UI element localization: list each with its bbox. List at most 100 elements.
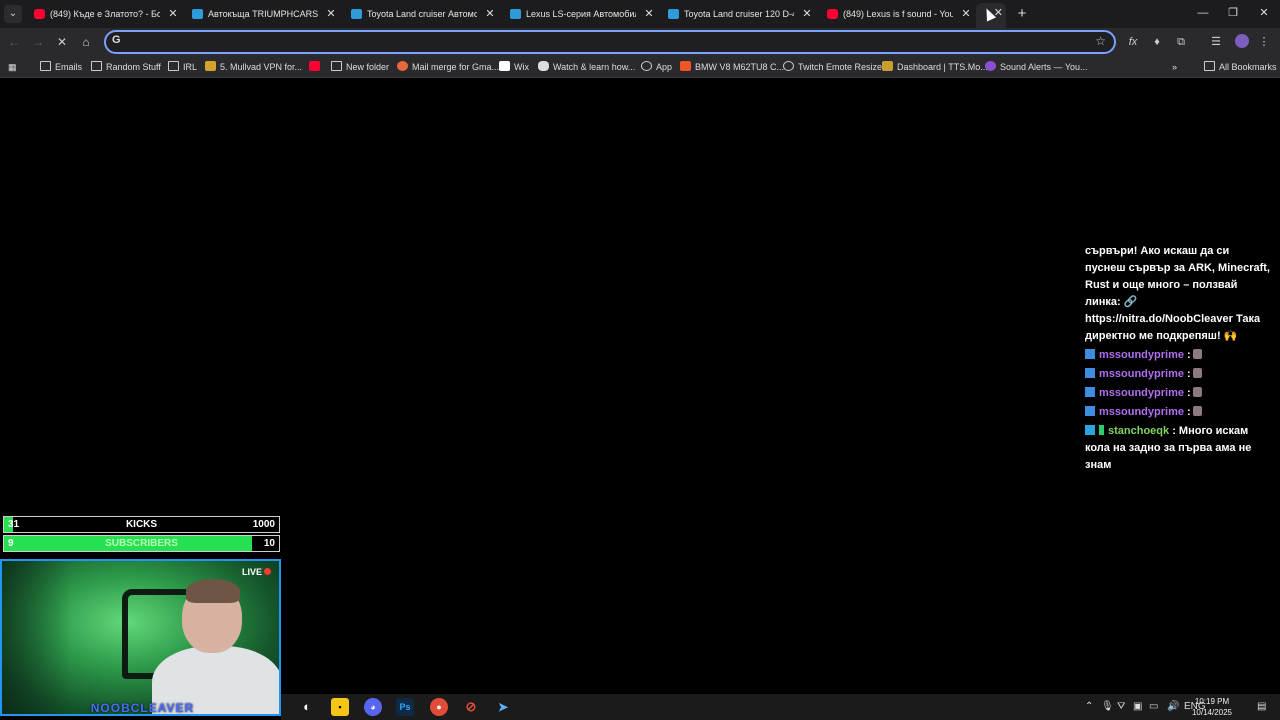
menu-icon[interactable]: ⋮	[1255, 33, 1273, 51]
bookmark-label: All Bookmarks	[1219, 62, 1277, 72]
media-control-icon[interactable]: ☰	[1207, 33, 1225, 51]
goal-label: KICKS	[125, 519, 158, 530]
photoshop-icon[interactable]: Ps	[396, 698, 414, 716]
wix-icon	[499, 61, 510, 71]
discord-icon[interactable]: ◕	[364, 698, 382, 716]
stop-loading-icon[interactable]: ✕	[52, 33, 72, 51]
all-bookmarks[interactable]: All Bookmarks	[1204, 59, 1277, 75]
new-tab-button[interactable]: +	[1013, 5, 1031, 23]
network-icon[interactable]: ▭	[1149, 701, 1158, 712]
tab-3[interactable]: Toyota Land cruiser Автомоби ✕	[341, 4, 499, 24]
apps-icon[interactable]: ▦	[8, 59, 17, 75]
live-badge: LIVE	[242, 567, 271, 577]
chat-message-text: :	[1187, 406, 1191, 418]
soundalerts-icon	[985, 61, 996, 71]
bookmark-mullvad[interactable]: 5. Mullvad VPN for...	[205, 59, 302, 75]
bookmark-sound-alerts[interactable]: Sound Alerts — You...	[985, 59, 1088, 75]
chat-message: mssoundyprime :	[1085, 366, 1270, 383]
folder-icon	[91, 61, 102, 71]
chat-username: mssoundyprime	[1099, 349, 1184, 361]
tray-app-icon[interactable]: ▣	[1133, 701, 1142, 712]
folder-icon	[1204, 61, 1215, 71]
profile-avatar[interactable]	[1235, 34, 1249, 48]
tab-5[interactable]: Toyota Land cruiser 120 D-4D ✕	[658, 4, 816, 24]
microphone-icon[interactable]: 🎙	[1101, 701, 1114, 712]
youtube-icon	[827, 9, 838, 19]
tab-search-button[interactable]: ⌄	[4, 5, 22, 23]
folder-icon	[40, 61, 51, 71]
bookmark-star-icon[interactable]: ☆	[1095, 34, 1106, 48]
address-input[interactable]	[128, 34, 1088, 50]
chat-message: mssoundyprime :	[1085, 404, 1270, 421]
tray-app-icon[interactable]: ⛛	[1117, 701, 1125, 712]
tray-chevron-icon[interactable]: ⌃	[1085, 701, 1093, 712]
more-bookmarks-button[interactable]: »	[1172, 59, 1177, 75]
bookmark-tts-dashboard[interactable]: Dashboard | TTS.Mo...	[882, 59, 988, 75]
bookmark-irl[interactable]: IRL	[168, 59, 197, 75]
close-tab-icon[interactable]: ✕	[483, 4, 497, 24]
close-tab-icon[interactable]: ✕	[324, 4, 338, 24]
live-label: LIVE	[241, 567, 262, 577]
tab-title: Toyota Land cruiser Автомоби	[367, 9, 477, 19]
tab-1[interactable]: (849) Къде е Златото? - Богата ✕	[24, 4, 182, 24]
chat-username: stanchoeqk	[1108, 425, 1170, 437]
bookmark-random-stuff[interactable]: Random Stuff	[91, 59, 161, 75]
obs-icon[interactable]: ◐	[298, 698, 316, 716]
home-icon[interactable]: ⌂	[76, 33, 96, 51]
chat-badge-icon	[1085, 425, 1095, 435]
emote-icon	[1192, 387, 1202, 397]
youtube-icon	[34, 9, 45, 19]
minimize-icon[interactable]: —	[1188, 4, 1218, 22]
chat-text-line: https://nitra.do/NoobCleaver Така	[1085, 313, 1261, 325]
bookmark-label: App	[656, 62, 673, 72]
close-tab-icon[interactable]: ✕	[800, 4, 814, 24]
tab-6[interactable]: (849) Lexus is f sound - YouTub ✕	[817, 4, 975, 24]
bookmark-mail-merge[interactable]: Mail merge for Gma...	[397, 59, 499, 75]
youtube-icon	[309, 61, 320, 71]
close-tab-icon[interactable]: ✕	[166, 4, 180, 24]
chat-text-line: пуснеш сървър за ARK, Minecraft,	[1085, 262, 1270, 274]
bookmark-youtube[interactable]	[309, 59, 324, 75]
sticky-notes-icon[interactable]: ▪	[331, 698, 349, 716]
steam-icon[interactable]: ➤	[494, 698, 512, 716]
mullvad-icon	[205, 61, 216, 71]
app-icon[interactable]: ⊘	[462, 698, 480, 716]
bookmark-bmw[interactable]: BMW V8 M62TU8 C...	[680, 59, 784, 75]
bookmark-new-folder[interactable]: New folder	[331, 59, 389, 75]
close-tab-icon[interactable]: ✕	[959, 4, 973, 24]
tab-2[interactable]: Автокъща TRIUMPHCARS, Соф ✕	[182, 4, 340, 24]
car-site-icon	[510, 9, 521, 19]
chat-badge-icon	[1099, 425, 1104, 435]
chrome-icon[interactable]: ●	[430, 698, 448, 716]
tab-title: Автокъща TRIUMPHCARS, Соф	[208, 9, 318, 19]
bookmark-app[interactable]: App	[641, 59, 672, 75]
bookmark-twitch-emote[interactable]: Twitch Emote Resizer	[783, 59, 885, 75]
tab-4[interactable]: Lexus LS-серия Автомобили и ✕	[500, 4, 658, 24]
clock-time: 10:19 PM	[1194, 697, 1230, 706]
formula-extension-icon[interactable]: fx	[1124, 33, 1142, 51]
tab-title: (849) Lexus is f sound - YouTub	[843, 9, 953, 19]
bookmark-wix[interactable]: Wix	[499, 59, 529, 75]
close-tab-icon[interactable]: ✕	[642, 4, 656, 24]
close-window-icon[interactable]: ✕	[1249, 4, 1279, 22]
chat-badge-icon	[1085, 368, 1095, 378]
bookmark-label: Wix	[514, 62, 529, 72]
address-bar[interactable]: G ☆	[104, 30, 1116, 54]
clock-date: 10/14/2025	[1191, 708, 1233, 717]
restore-icon[interactable]: ❐	[1218, 4, 1248, 22]
extensions-puzzle-icon[interactable]: ⧉	[1172, 33, 1190, 51]
extension-icon[interactable]: ♦	[1148, 33, 1166, 51]
chat-message-text: :	[1187, 349, 1191, 361]
windows-taskbar: ◐ ▪ ◕ Ps ● ⊘ ➤ ⌃ 🎙 ⛛ ▣ ▭ 🔊 ENG ▤	[281, 694, 1280, 720]
bookmark-label: Random Stuff	[106, 62, 161, 72]
car-site-icon	[351, 9, 362, 19]
bookmark-watch-learn[interactable]: Watch & learn how...	[538, 59, 635, 75]
chat-text-line: директно ме подкрепяш! 🙌	[1085, 330, 1238, 342]
goal-target: 10	[263, 538, 275, 549]
back-icon[interactable]: ←	[4, 33, 24, 51]
bookmark-label: Twitch Emote Resizer	[798, 62, 886, 72]
bookmark-emails[interactable]: Emails	[40, 59, 82, 75]
notification-icon[interactable]: ▤	[1257, 701, 1266, 712]
forward-icon[interactable]: →	[28, 33, 48, 51]
taskbar-clock[interactable]: 10:19 PM 10/14/2025	[1172, 696, 1252, 718]
